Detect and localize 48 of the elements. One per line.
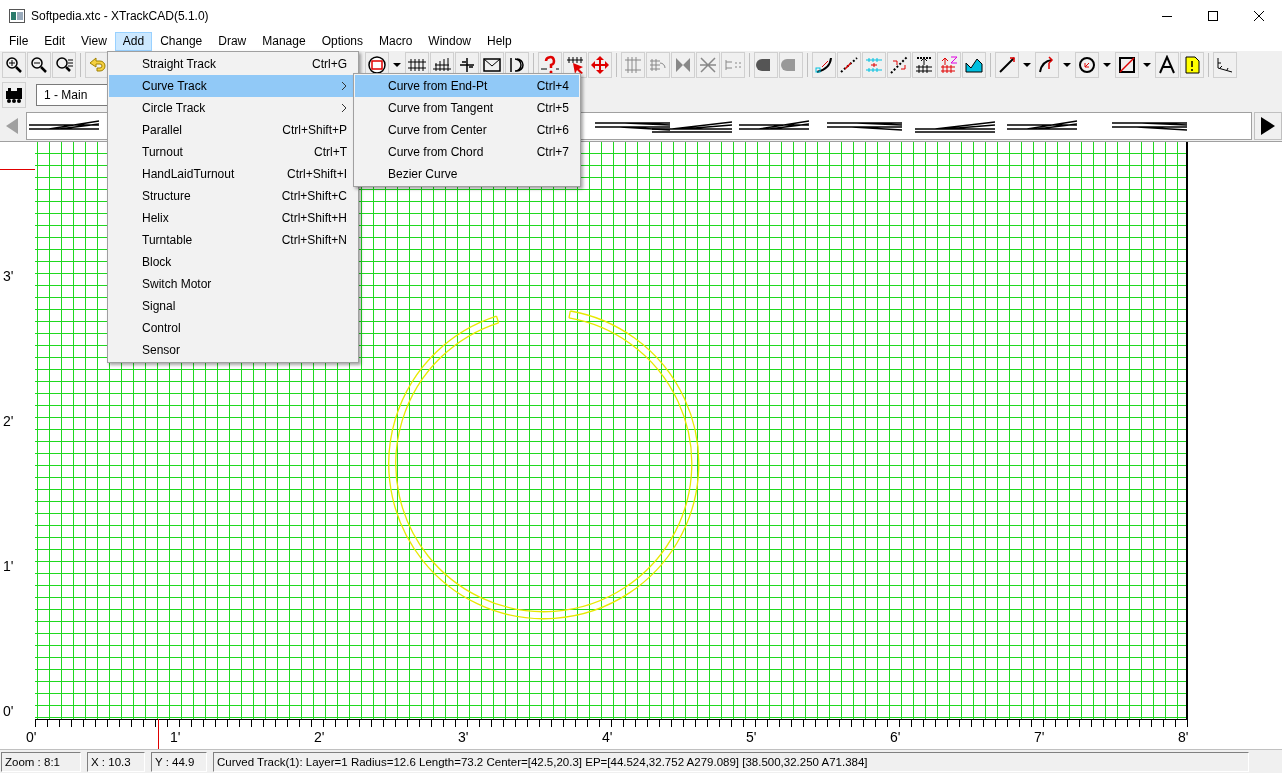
menu-entry-label: Signal: [142, 298, 177, 315]
shortcut-label: Ctrl+Shift+I: [286, 166, 347, 183]
menu-entry-label: Sensor: [142, 342, 182, 359]
menu-entry-label: Turntable: [142, 232, 194, 249]
menu-entry-label: Curve from End-Pt: [388, 78, 489, 95]
shortcut-label: Ctrl+Shift+H: [281, 210, 347, 227]
menu-entry-label: Curve from Chord: [388, 144, 485, 161]
menu-entry-label: Control: [142, 320, 182, 337]
menu-entry-label: Helix: [142, 210, 170, 227]
menu-entry-label: Curve from Center: [388, 122, 488, 139]
ruler-label: 3': [3, 269, 14, 283]
ruler-label: 7': [1034, 729, 1045, 745]
menu-entry-label: Switch Motor: [142, 276, 213, 293]
ruler-label: 1': [3, 559, 14, 573]
menu-entry-label: Turnout: [142, 144, 184, 161]
status-field: Y : 44.9: [151, 751, 207, 772]
menu-entry-label: Curve from Tangent: [388, 100, 495, 117]
menu-entry-label: Block: [142, 254, 173, 271]
status-field: X : 10.3: [87, 751, 145, 772]
status-field: Curved Track(1): Layer=1 Radius=12.6 Length=73.2 Center=[42.5,20.3] EP=[44.524,32.752 A279.089] [38.500,32.250 A71.384]: [213, 751, 1249, 772]
menu-entry-label: Curve Track: [142, 78, 208, 95]
shortcut-label: Ctrl+6: [536, 122, 569, 139]
shortcut-label: Ctrl+G: [312, 56, 347, 73]
window-title: Softpedia.xtc - XTrackCAD(5.1.0): [31, 8, 209, 25]
ruler-label: 2': [314, 729, 325, 745]
shortcut-label: Ctrl+5: [536, 100, 569, 117]
menu-entry-label: Circle Track: [142, 100, 207, 117]
ruler-label: 0': [26, 729, 37, 745]
ruler-label: 4': [602, 729, 613, 745]
ruler-label: 8': [1178, 729, 1189, 745]
shortcut-label: Ctrl+7: [536, 144, 569, 161]
shortcut-label: Ctrl+T: [314, 144, 347, 161]
menu-entry-label: Bezier Curve: [388, 166, 459, 183]
ruler-label: 2': [3, 414, 14, 428]
menu-entry-label: Parallel: [142, 122, 184, 139]
shortcut-label: Ctrl+Shift+N: [281, 232, 347, 249]
status-field: Zoom : 8:1: [1, 751, 81, 772]
ruler-label: 3': [458, 729, 469, 745]
ruler-label: 5': [746, 729, 757, 745]
shortcut-label: Ctrl+Shift+C: [281, 188, 347, 205]
menu-entry-label: Straight Track: [142, 56, 218, 73]
ruler-label: 6': [890, 729, 901, 745]
shortcut-label: Ctrl+4: [536, 78, 569, 95]
ruler-label: 0': [3, 704, 14, 718]
menu-entry-label: HandLaidTurnout: [142, 166, 236, 183]
menu-entry-label: Structure: [142, 188, 192, 205]
shortcut-label: Ctrl+Shift+P: [282, 122, 347, 139]
ruler-label: 1': [170, 729, 181, 745]
